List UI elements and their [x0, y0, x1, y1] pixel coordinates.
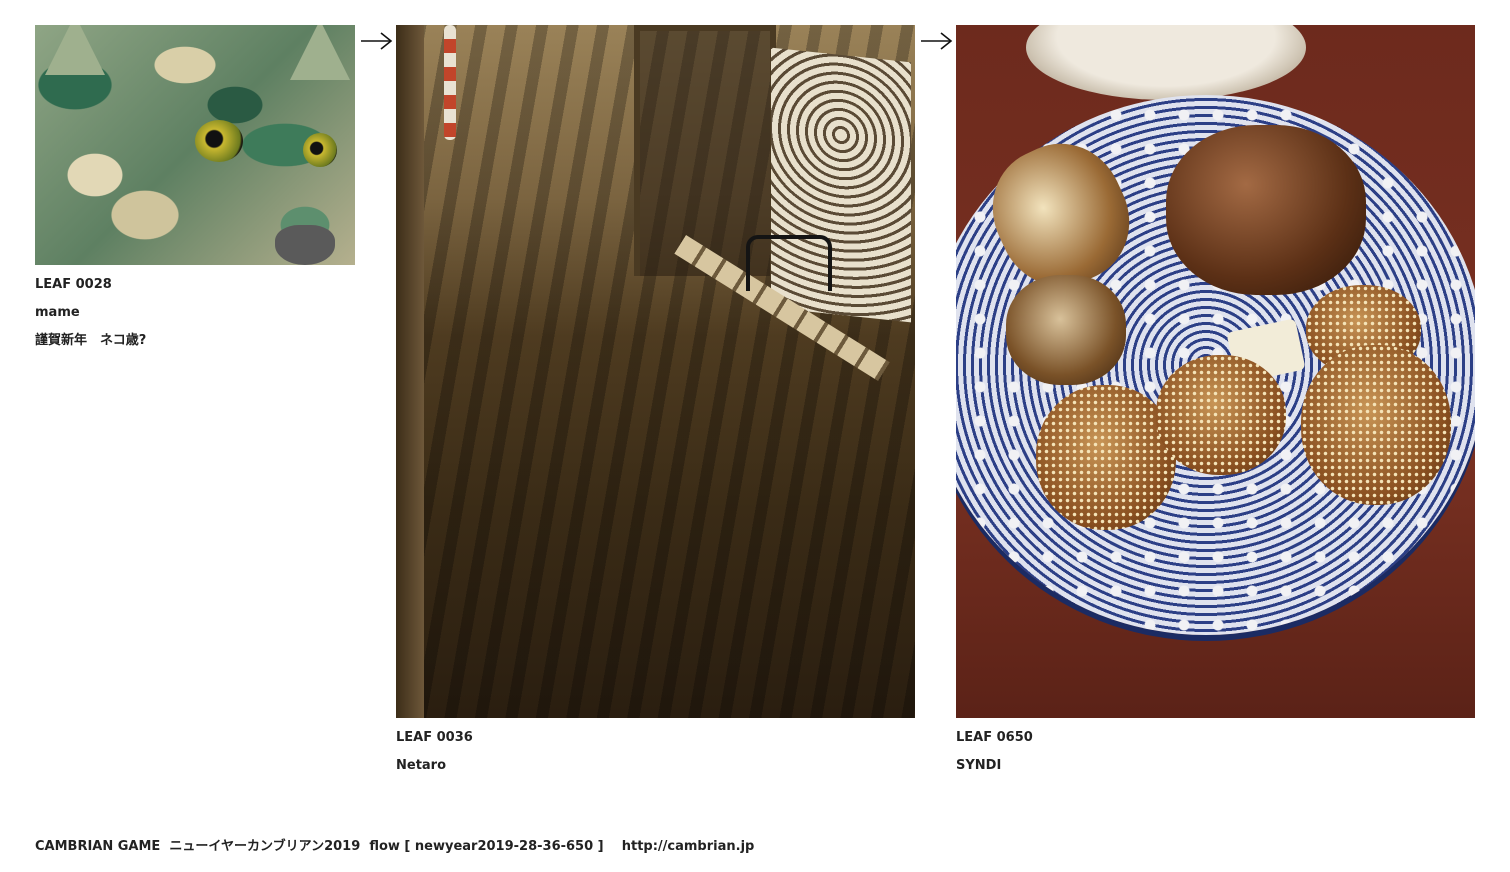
site-link[interactable]: CAMBRIAN GAME — [35, 839, 160, 854]
sesame-bun — [1036, 385, 1176, 530]
right-arrow-icon — [361, 32, 393, 50]
cat-eye-left — [195, 120, 243, 162]
footer: CAMBRIAN GAME ニューイヤーカンブリアン2019 flow [ ne… — [35, 839, 754, 855]
cat-nose — [275, 225, 335, 265]
leaf-card-0036: LEAF 0036 Netaro — [396, 25, 915, 774]
leaf-title[interactable]: LEAF 0036 — [396, 730, 915, 746]
cat-ear-left — [45, 25, 105, 75]
leaf-card-0028: LEAF 0028 mame 謹賀新年 ネコ歳? — [35, 25, 355, 349]
sesame-bun — [1301, 345, 1451, 505]
leaf-0650-image[interactable] — [956, 25, 1475, 718]
building-wall — [396, 25, 424, 718]
leaf-0028-image[interactable] — [35, 25, 355, 265]
leaf-0036-image[interactable] — [396, 25, 915, 718]
site-url-link[interactable]: http://cambrian.jp — [622, 839, 755, 854]
bench-handle — [746, 235, 832, 291]
event-name: ニューイヤーカンブリアン2019 — [169, 839, 361, 854]
right-arrow-icon — [921, 32, 953, 50]
grilled-meat — [1166, 125, 1366, 295]
grilled-onion — [1006, 275, 1126, 385]
flow-id: flow [ newyear2019-28-36-650 ] — [369, 839, 604, 854]
leaf-author[interactable]: Netaro — [396, 758, 915, 774]
leaf-caption: 謹賀新年 ネコ歳? — [35, 333, 147, 348]
traffic-pole — [444, 25, 456, 140]
leaf-title[interactable]: LEAF 0650 — [956, 730, 1475, 746]
leaf-author[interactable]: mame — [35, 305, 355, 321]
small-plate — [1026, 25, 1306, 100]
cat-ear-right — [290, 25, 350, 80]
leaf-card-0650: LEAF 0650 SYNDI — [956, 25, 1475, 774]
leaf-title[interactable]: LEAF 0028 — [35, 277, 355, 293]
cat-eye-right — [303, 133, 337, 167]
leaf-author[interactable]: SYNDI — [956, 758, 1475, 774]
sesame-bun — [1156, 355, 1286, 475]
